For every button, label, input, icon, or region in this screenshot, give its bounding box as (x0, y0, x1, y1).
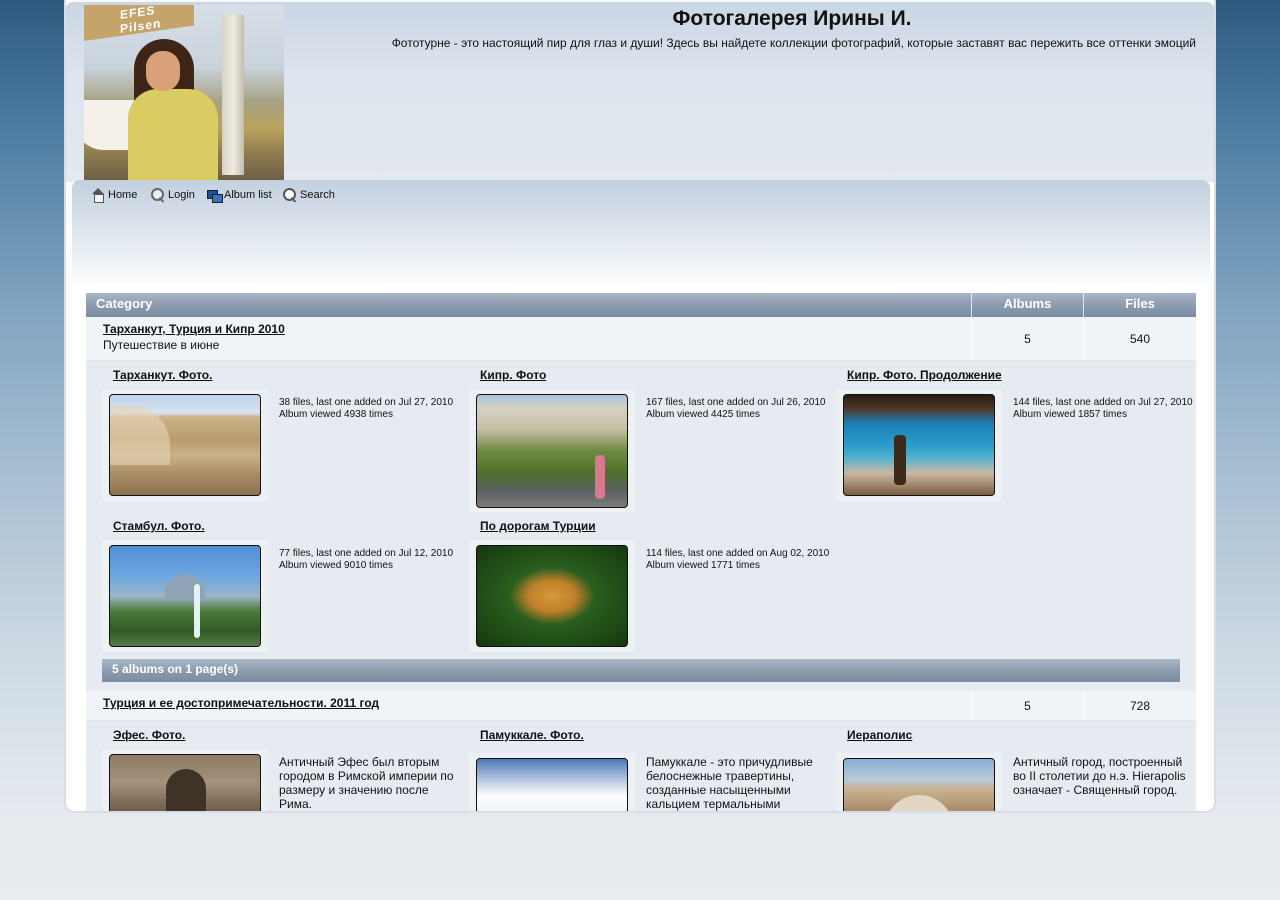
album-block: Тарханкут. Фото. 38 files, last one adde… (86, 361, 1196, 691)
album-item: Эфес. Фото. Античный Эфес был вторым гор… (102, 725, 468, 811)
site-title: Фотогалерея Ирины И. (672, 7, 912, 30)
album-item: Стамбул. Фото. 77 files, last one added … (102, 516, 468, 656)
album-thumbnail[interactable] (843, 394, 995, 496)
album-files-info: 167 files, last one added on Jul 26, 201… (646, 397, 826, 408)
album-info: 77 files, last one added on Jul 12, 2010… (279, 548, 463, 572)
site-description: Фототурне - это настоящий пир для глаз и… (391, 36, 1196, 50)
album-views-info: Album viewed 1857 times (1013, 409, 1127, 420)
logo-pillar (222, 15, 244, 175)
album-thumb-frame (469, 540, 635, 652)
nav-search-label: Search (300, 189, 335, 201)
nav-home[interactable]: Home (90, 187, 137, 203)
album-item: Кипр. Фото 167 files, last one added on … (469, 365, 835, 515)
site-logo[interactable]: EFES Pilsen (84, 5, 284, 181)
album-info: 144 files, last one added on Jul 27, 201… (1013, 397, 1197, 421)
album-views-info: Album viewed 9010 times (279, 560, 393, 571)
album-files-info: 114 files, last one added on Aug 02, 201… (646, 548, 830, 559)
album-block: Эфес. Фото. Античный Эфес был вторым гор… (86, 721, 1196, 811)
album-description: Античный город, построенный во II столет… (1013, 755, 1186, 797)
album-views-info: Album viewed 1771 times (646, 560, 760, 571)
album-info: 38 files, last one added on Jul 27, 2010… (279, 397, 463, 421)
main-navbar: Home Login Album list Search (72, 180, 1210, 288)
album-item: Кипр. Фото. Продолжение 144 files, last … (836, 365, 1202, 515)
nav-home-label: Home (108, 189, 138, 201)
album-thumbnail[interactable] (843, 758, 995, 811)
album-thumb-frame (102, 749, 268, 811)
album-thumbnail[interactable] (476, 545, 628, 647)
category-subtitle: Путешествие в июне (103, 338, 220, 352)
logo-sign: EFES Pilsen (84, 5, 194, 41)
album-item: Памуккале. Фото. Памуккале - это причудл… (469, 725, 835, 811)
album-files-info: 38 files, last one added on Jul 27, 2010 (279, 397, 454, 408)
header-albums: Albums (972, 293, 1084, 317)
album-thumbnail[interactable] (109, 394, 261, 496)
category-row: Турция и ее достопримечательности. 2011 … (86, 691, 1196, 721)
album-thumbnail[interactable] (109, 754, 261, 811)
album-thumb-frame (469, 753, 635, 811)
album-views-info: Album viewed 4425 times (646, 409, 760, 420)
nav-search[interactable]: Search (282, 187, 335, 203)
album-title-link[interactable]: Иераполис (847, 728, 912, 742)
album-description: Античный Эфес был вторым городом в Римск… (279, 755, 454, 811)
category-cell: Тарханкут, Турция и Кипр 2010 Путешестви… (86, 317, 972, 360)
category-files-count: 728 (1129, 698, 1151, 713)
category-table: Category Albums Files Тарханкут, Турция … (86, 293, 1196, 811)
album-title-link[interactable]: Кипр. Фото (480, 368, 546, 382)
site-header: EFES Pilsen Фотогалерея Ирины И. Фототур… (66, 0, 1214, 182)
album-description: Памуккале - это причудливые белоснежные … (646, 755, 813, 811)
album-title-link[interactable]: Стамбул. Фото. (113, 519, 205, 533)
category-row: Тарханкут, Турция и Кипр 2010 Путешестви… (86, 317, 1196, 361)
albums-pagination-bar: 5 albums on 1 page(s) (102, 659, 1180, 682)
album-item: По дорогам Турции 114 files, last one ad… (469, 516, 835, 656)
category-albums-count: 5 (972, 691, 1084, 720)
nav-login[interactable]: Login (150, 187, 195, 203)
home-icon (90, 187, 106, 203)
table-header: Category Albums Files (86, 293, 1196, 317)
album-title-link[interactable]: Тарханкут. Фото. (113, 368, 212, 382)
album-thumb-frame (836, 389, 1002, 501)
search-icon (282, 187, 298, 203)
nav-login-label: Login (168, 189, 195, 201)
album-info: 167 files, last one added on Jul 26, 201… (646, 397, 830, 421)
album-views-info: Album viewed 4938 times (279, 409, 393, 420)
album-title-link[interactable]: Эфес. Фото. (113, 728, 185, 742)
album-thumb-frame (102, 540, 268, 652)
nav-album-list-label: Album list (224, 189, 272, 201)
album-thumb-frame (469, 389, 635, 513)
category-link[interactable]: Турция и ее достопримечательности. 2011 … (103, 696, 954, 710)
album-list-icon (206, 187, 223, 203)
login-icon (150, 187, 166, 203)
header-files: Files (1125, 296, 1155, 311)
album-files-info: 77 files, last one added on Jul 12, 2010 (279, 548, 454, 559)
nav-album-list[interactable]: Album list (206, 187, 272, 203)
album-title-link[interactable]: По дорогам Турции (480, 519, 596, 533)
album-thumbnail[interactable] (476, 758, 628, 811)
album-item: Тарханкут. Фото. 38 files, last one adde… (102, 365, 468, 515)
logo-person-body (128, 89, 218, 181)
album-title-link[interactable]: Кипр. Фото. Продолжение (847, 368, 1002, 382)
album-thumb-frame (836, 753, 1002, 811)
album-thumbnail[interactable] (109, 545, 261, 647)
album-thumbnail[interactable] (476, 394, 628, 508)
category-files-count: 540 (1129, 331, 1151, 346)
logo-person-face (146, 51, 180, 91)
album-files-info: 144 files, last one added on Jul 27, 201… (1013, 397, 1193, 408)
album-title-link[interactable]: Памуккале. Фото. (480, 728, 584, 742)
page-container: EFES Pilsen Фотогалерея Ирины И. Фототур… (64, 0, 1216, 813)
category-albums-count: 5 (972, 317, 1084, 360)
album-thumb-frame (102, 389, 268, 501)
category-link[interactable]: Тарханкут, Турция и Кипр 2010 (103, 322, 954, 336)
logo-sign-text: EFES Pilsen (120, 5, 162, 36)
album-item: Иераполис Античный город, построенный во… (836, 725, 1202, 811)
header-category: Category (86, 293, 972, 317)
category-cell: Турция и ее достопримечательности. 2011 … (86, 691, 972, 720)
album-info: 114 files, last one added on Aug 02, 201… (646, 548, 830, 572)
